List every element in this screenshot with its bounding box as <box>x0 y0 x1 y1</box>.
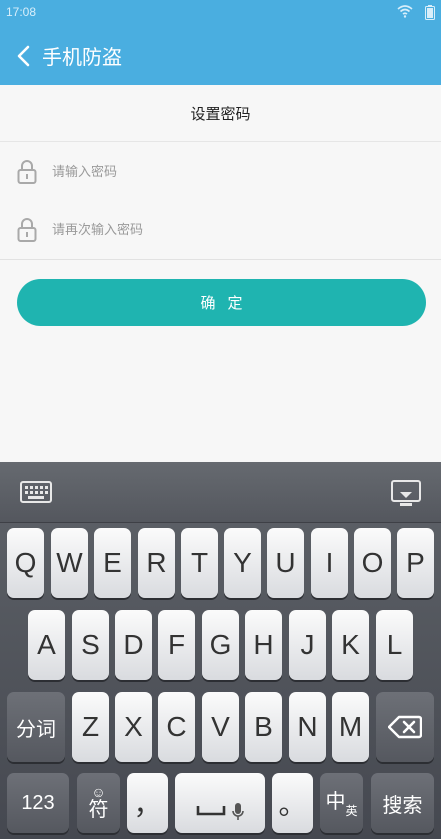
search-key[interactable]: 搜索 <box>371 773 434 833</box>
soft-keyboard: Q W E R T Y U I O P A S D F G H J K L 分词… <box>0 462 441 839</box>
language-label: 中 <box>325 790 346 813</box>
key-e[interactable]: E <box>94 528 131 598</box>
key-r[interactable]: R <box>138 528 175 598</box>
key-k[interactable]: K <box>332 610 369 680</box>
split-word-label: 分词 <box>16 718 56 741</box>
key-d[interactable]: D <box>115 610 152 680</box>
key-o[interactable]: O <box>354 528 391 598</box>
microphone-icon <box>232 803 244 820</box>
key-q[interactable]: Q <box>7 528 44 598</box>
key-f[interactable]: F <box>158 610 195 680</box>
key-w[interactable]: W <box>51 528 88 598</box>
key-i[interactable]: I <box>311 528 348 598</box>
language-sub-label: 英 <box>345 803 358 818</box>
key-n[interactable]: N <box>289 692 326 762</box>
keyboard-icon[interactable] <box>20 480 52 504</box>
password-input[interactable] <box>50 156 414 188</box>
confirm-button[interactable]: 确定 <box>17 279 426 326</box>
key-b[interactable]: B <box>245 692 282 762</box>
language-switch-key[interactable]: 中 英 <box>320 773 363 833</box>
backspace-key[interactable] <box>376 692 434 762</box>
key-a[interactable]: A <box>28 610 65 680</box>
key-m[interactable]: M <box>332 692 369 762</box>
number-mode-key[interactable]: 123 <box>7 773 69 833</box>
key-u[interactable]: U <box>267 528 304 598</box>
key-z[interactable]: Z <box>72 692 109 762</box>
hide-keyboard-icon[interactable] <box>391 480 421 508</box>
key-h[interactable]: H <box>245 610 282 680</box>
confirm-password-field[interactable] <box>0 200 441 257</box>
space-key[interactable] <box>175 773 265 833</box>
space-icon <box>196 806 226 816</box>
battery-icon <box>425 5 435 20</box>
number-mode-label: 123 <box>21 791 55 814</box>
page-title: 手机防盗 <box>42 45 122 69</box>
symbol-label: 符 <box>88 799 109 821</box>
lock-icon <box>17 160 37 184</box>
status-bar: 17:08 <box>0 0 441 26</box>
lock-icon <box>17 218 37 242</box>
comma-key[interactable]: ， <box>127 773 168 833</box>
symbol-key[interactable]: ☺ 符 <box>77 773 120 833</box>
divider <box>0 259 441 260</box>
backspace-icon <box>388 715 422 739</box>
key-x[interactable]: X <box>115 692 152 762</box>
key-l[interactable]: L <box>376 610 413 680</box>
period-key[interactable]: 。 <box>272 773 313 833</box>
section-title: 设置密码 <box>0 85 441 142</box>
search-label: 搜索 <box>382 794 423 817</box>
key-p[interactable]: P <box>397 528 434 598</box>
app-header: 手机防盗 <box>0 26 441 85</box>
wifi-icon <box>397 5 413 18</box>
key-s[interactable]: S <box>72 610 109 680</box>
password-field[interactable] <box>0 142 441 199</box>
split-word-key[interactable]: 分词 <box>7 692 65 762</box>
back-arrow-icon[interactable] <box>14 44 36 68</box>
key-c[interactable]: C <box>158 692 195 762</box>
key-y[interactable]: Y <box>224 528 261 598</box>
smiley-icon: ☺ <box>91 784 106 800</box>
key-g[interactable]: G <box>202 610 239 680</box>
keyboard-toolbar <box>0 462 441 523</box>
status-time: 17:08 <box>6 5 37 19</box>
key-j[interactable]: J <box>289 610 326 680</box>
confirm-password-input[interactable] <box>50 214 414 246</box>
key-v[interactable]: V <box>202 692 239 762</box>
key-t[interactable]: T <box>181 528 218 598</box>
